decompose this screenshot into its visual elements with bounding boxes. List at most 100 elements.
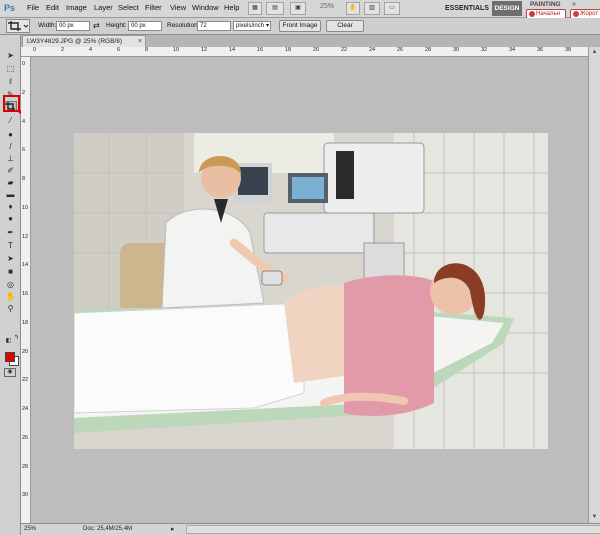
ruler-tick-label: 26: [397, 47, 404, 53]
front-image-button[interactable]: Front Image: [279, 20, 321, 32]
ruler-tick-label: 6: [22, 147, 26, 154]
ruler-tick-label: 20: [313, 47, 320, 53]
menu-select[interactable]: Select: [118, 3, 139, 12]
hand-tool-icon[interactable]: ✋: [4, 291, 17, 302]
ruler-tick-label: 26: [22, 434, 29, 441]
ruler-tick-label: 8: [22, 176, 26, 182]
horizontal-scrollbar[interactable]: [186, 525, 600, 534]
shape-tool-icon[interactable]: ■: [4, 266, 17, 277]
blur-tool-icon[interactable]: ♦: [4, 201, 17, 212]
resolution-label: Resolution:: [167, 22, 200, 29]
workspace-painting[interactable]: PAINTING: [530, 1, 561, 9]
ruler-tick-label: 2: [61, 47, 65, 53]
ruler-tick-label: 0: [22, 61, 26, 67]
ruler-tick-label: 4: [89, 47, 93, 53]
ruler-tick-label: 2: [22, 89, 26, 96]
move-tool-icon[interactable]: ➤: [4, 50, 17, 61]
ruler-tick-label: 10: [173, 47, 180, 53]
ruler-tick-label: 38: [565, 47, 572, 53]
eraser-tool-icon[interactable]: ▰: [4, 177, 17, 188]
healing-brush-tool-icon[interactable]: ●: [4, 129, 17, 140]
document-tab-title: LW3Y4829.JPG @ 25% (RGB/8): [27, 38, 122, 45]
crop-icon: [8, 21, 29, 31]
foreground-color-swatch[interactable]: [5, 352, 15, 362]
ruler-tick-label: 36: [537, 47, 544, 53]
history-brush-tool-icon[interactable]: ✐: [4, 165, 17, 176]
eyedropper-tool-icon[interactable]: ⁄: [4, 115, 17, 126]
marquee-tool-icon[interactable]: ⬚: [4, 63, 17, 74]
ruler-tick-label: 12: [201, 47, 208, 53]
pen-tool-icon[interactable]: ✒: [4, 227, 17, 238]
workspace-essentials[interactable]: ESSENTIALS: [443, 1, 491, 16]
status-zoom-field[interactable]: 25%: [24, 525, 46, 534]
swap-dimensions-icon[interactable]: ⇄: [93, 21, 100, 30]
gradient-tool-icon[interactable]: ▬: [4, 189, 17, 200]
lasso-tool-icon[interactable]: ℓ: [4, 76, 17, 87]
width-label: Width:: [38, 22, 57, 29]
options-bar: Width: 00 px ⇄ Height: 00 px Resolution:…: [0, 18, 600, 35]
ruler-tick-label: 0: [33, 47, 37, 53]
type-tool-icon[interactable]: T: [4, 240, 17, 251]
width-field[interactable]: 00 px: [56, 21, 90, 31]
quick-mask-icon[interactable]: ◉: [4, 368, 16, 377]
tab-icon: [529, 11, 535, 17]
browser-tab-second-label: Жорот: [580, 11, 599, 17]
hand-rotate-icon[interactable]: ✋: [346, 2, 360, 15]
brush-tool-icon[interactable]: /: [4, 141, 17, 152]
ruler-tick-label: 30: [22, 492, 29, 499]
menu-filter[interactable]: Filter: [145, 3, 162, 12]
resolution-field[interactable]: 72: [197, 21, 231, 31]
dodge-tool-icon[interactable]: ●: [4, 213, 17, 224]
clear-button[interactable]: Clear: [326, 20, 364, 32]
ruler-tick-label: 28: [425, 47, 432, 53]
ruler-tick-label: 20: [22, 348, 29, 355]
document-image[interactable]: [74, 133, 548, 449]
crop-preset-picker[interactable]: [6, 19, 30, 33]
bridge-icon[interactable]: ▦: [248, 2, 262, 15]
vertical-ruler[interactable]: 0 2 4 6 8 10 12 14 16 18 20 22 24 26 28 30: [21, 57, 31, 523]
photoshop-logo: Ps: [4, 3, 16, 13]
menu-edit[interactable]: Edit: [46, 3, 59, 12]
menu-help[interactable]: Help: [224, 3, 239, 12]
vertical-scrollbar[interactable]: ▲ ▼: [588, 47, 600, 523]
ruler-tick-label: 16: [257, 47, 264, 53]
screen-mode-icon[interactable]: ▭: [384, 2, 400, 15]
menu-window[interactable]: Window: [192, 3, 219, 12]
ruler-tick-label: 28: [22, 463, 29, 470]
menu-layer[interactable]: Layer: [94, 3, 113, 12]
menu-image[interactable]: Image: [66, 3, 87, 12]
panel-collapse-button[interactable]: »: [572, 1, 582, 8]
view-extras-icon[interactable]: ▣: [290, 2, 306, 15]
3d-rotate-tool-icon[interactable]: ◎: [4, 279, 17, 290]
zoom-level-menu[interactable]: 25%: [320, 3, 334, 10]
status-menu-arrow-icon[interactable]: ▸: [171, 525, 175, 533]
ruler-tick-label: 4: [22, 118, 26, 125]
ruler-tick-label: 18: [285, 47, 292, 53]
ruler-tick-label: 12: [22, 233, 29, 240]
zoom-tool-icon[interactable]: ⚲: [4, 303, 17, 314]
ruler-tick-label: 14: [229, 47, 236, 53]
document-tab[interactable]: LW3Y4829.JPG @ 25% (RGB/8) ×: [22, 35, 146, 47]
ruler-tick-label: 24: [22, 406, 29, 412]
height-field[interactable]: 00 px: [128, 21, 162, 31]
workspace-design[interactable]: DESIGN: [492, 1, 522, 16]
resolution-unit-select[interactable]: pixels/inch: [233, 21, 271, 31]
minibridge-icon[interactable]: ▤: [266, 2, 284, 15]
arrange-documents-icon[interactable]: ▥: [364, 2, 380, 15]
close-icon[interactable]: ×: [138, 36, 142, 47]
menu-file[interactable]: File: [27, 3, 39, 12]
ultrasound-photo: [74, 133, 548, 449]
horizontal-ruler[interactable]: 0 2 4 6 8 10 12 14 16 18 20 22 24 26 28 30 32 34 36 38: [21, 47, 588, 57]
ruler-tick-label: 16: [22, 291, 29, 297]
tab-icon: [573, 11, 579, 17]
ruler-tick-label: 24: [369, 47, 376, 53]
scroll-up-arrow-icon[interactable]: ▲: [590, 48, 599, 57]
ruler-tick-label: 34: [509, 47, 516, 53]
status-doc-info[interactable]: Doc: 25,4M/25,4M: [83, 526, 132, 532]
clone-stamp-tool-icon[interactable]: ⊥: [4, 153, 17, 164]
ruler-tick-label: 30: [453, 47, 460, 53]
path-selection-tool-icon[interactable]: ➤: [4, 253, 17, 264]
ruler-tick-label: 10: [22, 204, 29, 211]
scroll-down-arrow-icon[interactable]: ▼: [590, 513, 599, 522]
menu-view[interactable]: View: [170, 3, 186, 12]
